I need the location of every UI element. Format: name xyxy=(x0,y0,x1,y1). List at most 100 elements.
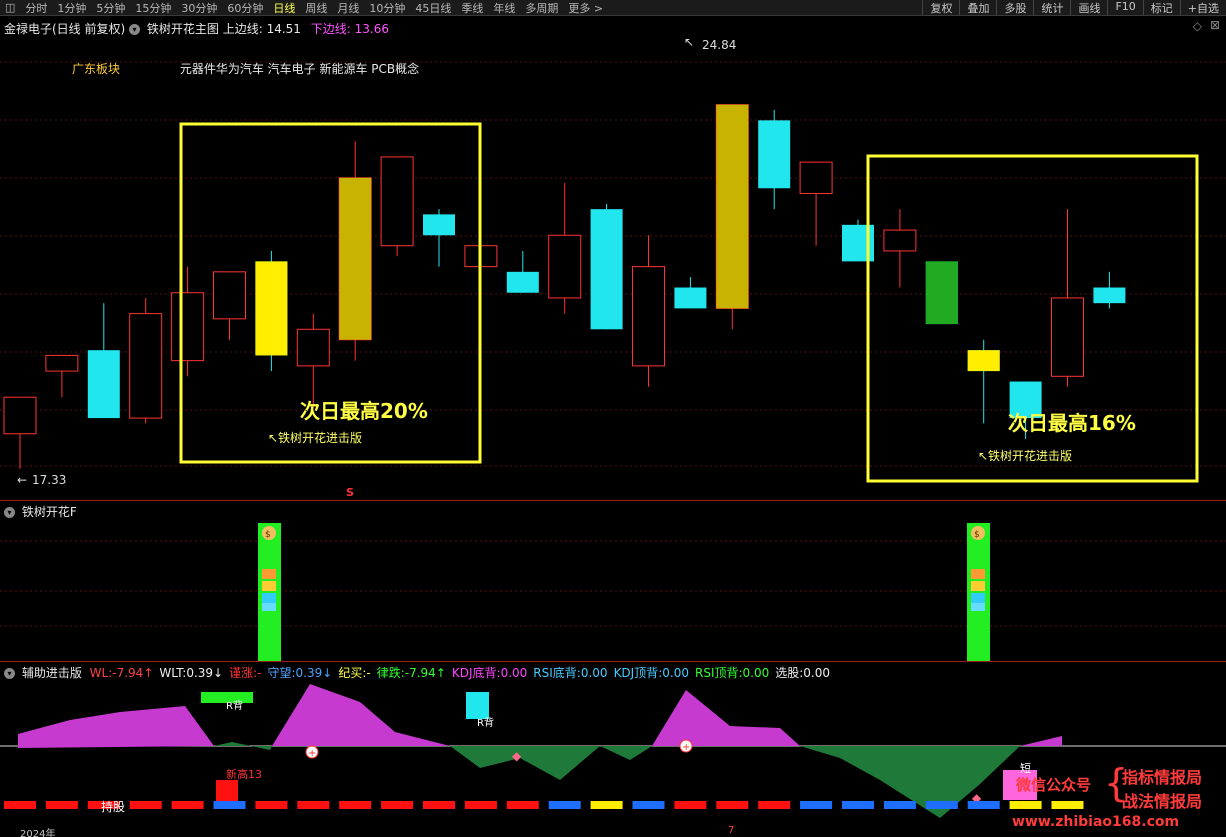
signal-bar-1 xyxy=(258,523,281,661)
watermark: 微信公众号 { 指标情报局 战法情报局 www.zhibiao168.com xyxy=(1012,760,1226,837)
sub1-chart[interactable]: $ $ xyxy=(0,501,1226,662)
period-tab[interactable]: 60分钟 xyxy=(222,0,268,15)
money-bag-symbol-icon: $ xyxy=(974,530,980,540)
period-tab[interactable]: 分时 xyxy=(20,0,52,15)
state-block xyxy=(967,801,1000,809)
signal-candle-body[interactable] xyxy=(716,104,749,309)
toolbar-button[interactable]: F10 xyxy=(1107,0,1142,15)
butterfly-icon xyxy=(262,569,276,611)
bear-area xyxy=(600,746,652,760)
box1-gain-text: 次日最高20% xyxy=(300,399,428,423)
state-block xyxy=(716,801,749,809)
candle-body[interactable] xyxy=(3,396,37,435)
toolbar-button[interactable]: 画线 xyxy=(1070,0,1107,15)
candle-body[interactable] xyxy=(883,229,917,252)
candle-body[interactable] xyxy=(758,120,791,189)
butterfly-icon xyxy=(971,569,985,611)
state-block xyxy=(171,801,204,809)
state-block xyxy=(548,801,581,809)
state-block xyxy=(213,801,246,809)
new-high-block xyxy=(216,780,238,802)
toolbar-right-group: 复权 叠加 多股 统计 画线 F10 标记 +自选 xyxy=(922,0,1226,15)
low-price-label: 17.33 xyxy=(32,473,66,487)
state-block xyxy=(4,801,36,809)
gem-icon: ◆ xyxy=(512,749,522,763)
period-tab[interactable]: 周线 xyxy=(300,0,332,15)
period-tab[interactable]: 30分钟 xyxy=(176,0,222,15)
main-chart-panel: 金禄电子(日线 前复权) ▾ 铁树开花主图 上边线: 14.51 下边线: 13… xyxy=(0,16,1226,501)
state-block xyxy=(381,801,414,809)
state-block xyxy=(506,801,539,809)
period-tab[interactable]: 10分钟 xyxy=(364,0,410,15)
toolbar-button[interactable]: 多股 xyxy=(996,0,1033,15)
candle-body[interactable] xyxy=(171,292,205,362)
sub-indicator-panel-1: ▾ 铁树开花F $ $ xyxy=(0,501,1226,662)
candle-body[interactable] xyxy=(45,354,79,372)
period-tab[interactable]: 年线 xyxy=(488,0,520,15)
candle-body[interactable] xyxy=(296,328,330,367)
high-price-arrow-icon: ↖ xyxy=(684,35,694,49)
state-block xyxy=(423,801,455,809)
wechat-label: 微信公众号 xyxy=(1016,776,1092,794)
toolbar-button[interactable]: 统计 xyxy=(1033,0,1070,15)
high-price-label: 24.84 xyxy=(702,38,736,52)
bull-area xyxy=(272,684,450,746)
candle-body[interactable] xyxy=(1093,287,1126,304)
candle-body[interactable] xyxy=(1051,297,1084,377)
bear-area xyxy=(214,742,272,750)
signal-candle-body[interactable] xyxy=(925,261,958,325)
month-tick: 7 xyxy=(728,825,735,836)
candle-body[interactable] xyxy=(674,287,707,309)
period-tab[interactable]: 5分钟 xyxy=(91,0,130,15)
signal-candle-body[interactable] xyxy=(339,177,372,340)
state-block xyxy=(674,801,707,809)
candle-body[interactable] xyxy=(129,313,163,419)
layout-icon[interactable]: ◫ xyxy=(0,1,20,14)
candle-body[interactable] xyxy=(548,234,582,299)
signal-candle-body[interactable] xyxy=(255,261,288,356)
account-name-2: 战法情报局 xyxy=(1122,792,1203,811)
candle-body[interactable] xyxy=(632,266,665,367)
bull-area xyxy=(652,690,800,746)
period-tab[interactable]: 45日线 xyxy=(410,0,456,15)
candle-body[interactable] xyxy=(87,350,120,419)
state-block xyxy=(464,801,497,809)
state-block xyxy=(129,801,162,809)
period-tab[interactable]: 日线 xyxy=(268,0,300,15)
state-block xyxy=(297,801,330,809)
new-high-label: 新高13 xyxy=(226,767,262,781)
period-tab[interactable]: 多周期 xyxy=(520,0,563,15)
period-tab[interactable]: 15分钟 xyxy=(130,0,176,15)
candle-body[interactable] xyxy=(423,214,455,236)
candle-body[interactable] xyxy=(590,209,623,330)
period-tab[interactable]: 月线 xyxy=(332,0,364,15)
period-tab[interactable]: 更多 > xyxy=(563,0,608,15)
state-block xyxy=(45,801,78,809)
candle-body[interactable] xyxy=(506,271,539,293)
toolbar-button[interactable]: 复权 xyxy=(922,0,959,15)
r-signal-label-2: R背 xyxy=(477,716,494,729)
signal-bar-2 xyxy=(967,523,990,661)
sell-marker: S xyxy=(346,486,354,499)
candlestick-chart[interactable]: 次日最高20% 次日最高16% ↖铁树开花进击版 ↖铁树开花进击版 24.84 … xyxy=(0,16,1226,501)
site-url[interactable]: www.zhibiao168.com xyxy=(1012,814,1179,830)
toolbar-button[interactable]: +自选 xyxy=(1179,0,1226,15)
low-price-arrow-icon: ← xyxy=(17,473,27,487)
toolbar-button[interactable]: 标记 xyxy=(1142,0,1180,15)
candle-body[interactable] xyxy=(799,161,833,194)
plus-symbol-icon: + xyxy=(308,748,316,759)
period-tab[interactable]: 1分钟 xyxy=(52,0,91,15)
toolbar-button[interactable]: 叠加 xyxy=(959,0,996,15)
box2-gain-text: 次日最高16% xyxy=(1008,411,1136,435)
signal-candle-body[interactable] xyxy=(967,350,1000,372)
state-block xyxy=(255,801,288,809)
bull-area xyxy=(18,706,214,748)
candle-body[interactable] xyxy=(380,156,414,247)
state-block xyxy=(883,801,916,809)
bull-area xyxy=(1020,736,1062,746)
candle-body[interactable] xyxy=(213,271,246,320)
state-block xyxy=(758,801,791,809)
state-block xyxy=(800,801,833,809)
period-tab[interactable]: 季线 xyxy=(456,0,488,15)
period-toolbar: ◫ 分时 1分钟 5分钟 15分钟 30分钟 60分钟 日线 周线 月线 10分钟 45日线 季线 年线多… xyxy=(0,0,1226,16)
